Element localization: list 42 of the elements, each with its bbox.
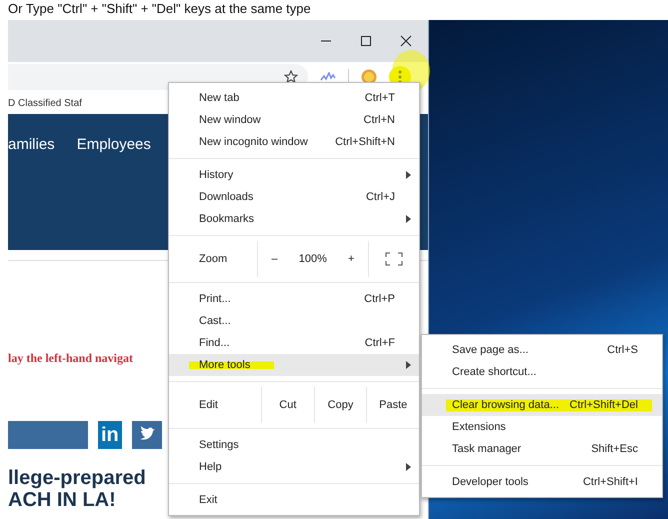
zoom-level: 100% xyxy=(298,253,327,265)
menu-item[interactable]: Settings xyxy=(169,434,419,456)
edit-action-button[interactable]: Copy xyxy=(314,387,366,423)
zoom-label: Zoom xyxy=(198,252,228,267)
edit-action-button[interactable]: Cut xyxy=(261,387,314,423)
menu-item[interactable]: New tab Ctrl+T xyxy=(169,87,419,109)
instruction-caption: Or Type "Ctrl" + "Shift" + "Del" keys at the same type xyxy=(7,0,312,18)
menu-item[interactable]: Downloads Ctrl+J xyxy=(169,186,419,208)
menu-item[interactable]: Bookmarks xyxy=(169,208,419,230)
edit-label: Edit xyxy=(198,398,219,413)
menu-item[interactable]: New window Ctrl+N xyxy=(169,109,419,131)
extension-icon[interactable] xyxy=(320,72,336,82)
menu-item[interactable]: Create shortcut... xyxy=(422,361,662,383)
menu-item[interactable]: History xyxy=(169,164,419,186)
notice-text: lay the left-hand navigat xyxy=(8,351,134,366)
menu-item[interactable]: Print... Ctrl+P xyxy=(169,288,419,310)
bookmark-item[interactable]: D Classified Staf xyxy=(8,98,82,108)
menu-item[interactable]: Extensions xyxy=(422,416,662,438)
nav-link[interactable]: amilies xyxy=(8,136,55,153)
edit-action-button[interactable]: Paste xyxy=(366,387,420,423)
more-icon xyxy=(398,70,402,84)
page-heading: llege-prepared xyxy=(8,467,146,489)
linkedin-logo[interactable]: in xyxy=(98,421,122,449)
nav-link[interactable]: Employees xyxy=(76,136,151,153)
menu-item[interactable]: Help xyxy=(169,456,419,478)
menu-item[interactable]: New incognito window Ctrl+Shift+N xyxy=(169,131,419,153)
menu-item[interactable]: Task manager Shift+Esc xyxy=(422,438,662,460)
menu-item[interactable]: Exit xyxy=(169,489,419,511)
menu-item[interactable]: More tools xyxy=(169,354,419,376)
menu-item[interactable]: Find... Ctrl+F xyxy=(169,332,419,354)
menu-item[interactable]: Developer tools Ctrl+Shift+I xyxy=(422,471,662,493)
zoom-in-button[interactable]: + xyxy=(342,251,360,267)
maximize-icon[interactable] xyxy=(360,35,372,47)
menu-item[interactable]: Cast... xyxy=(169,310,419,332)
fullscreen-icon[interactable] xyxy=(385,252,403,266)
bird-icon[interactable] xyxy=(132,421,162,449)
menu-item[interactable]: Save page as... Ctrl+S xyxy=(422,339,662,361)
close-icon[interactable] xyxy=(400,35,412,47)
menu-item[interactable]: Clear browsing data... Ctrl+Shift+Del xyxy=(422,394,662,416)
zoom-out-button[interactable]: – xyxy=(266,251,284,267)
star-icon[interactable] xyxy=(284,70,298,84)
page-heading: ACH IN LA! xyxy=(8,489,116,511)
